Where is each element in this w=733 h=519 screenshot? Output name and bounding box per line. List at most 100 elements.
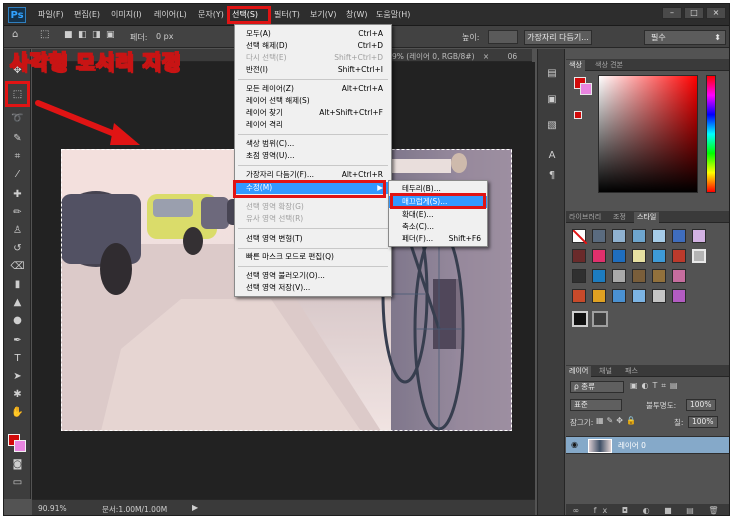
lasso-tool-icon[interactable]: ➰: [9, 111, 26, 126]
menu-filter[interactable]: 필터(T): [274, 9, 300, 20]
layer-filter-icons[interactable]: ▣◐T⌗▤: [630, 381, 682, 391]
eyedropper-tool-icon[interactable]: ⁄: [9, 167, 26, 182]
style-swatch[interactable]: [692, 249, 706, 263]
crop-tool-icon[interactable]: ⌗: [9, 149, 26, 164]
hue-slider[interactable]: [706, 75, 716, 193]
submenu-item-expand[interactable]: 확대(E)...: [389, 209, 487, 221]
tab-color[interactable]: 색상: [566, 60, 585, 71]
maximize-button[interactable]: □: [684, 7, 704, 19]
style-swatch[interactable]: [652, 229, 666, 243]
style-swatch[interactable]: [572, 269, 586, 283]
actions-panel-icon[interactable]: ▣: [544, 93, 560, 107]
out-of-gamut-swatch[interactable]: [574, 111, 582, 119]
status-arrow-icon[interactable]: ▶: [192, 503, 198, 512]
menu-window[interactable]: 창(W): [346, 9, 368, 20]
fill-input[interactable]: 100%: [688, 416, 718, 428]
menu-view[interactable]: 보기(V): [310, 9, 336, 20]
style-swatch[interactable]: [672, 289, 686, 303]
tab-paths[interactable]: 패스: [622, 366, 641, 377]
intersect-selection-icon[interactable]: ▣: [106, 30, 115, 40]
feather-input[interactable]: 0 px: [156, 32, 173, 41]
style-swatch[interactable]: [592, 289, 606, 303]
style-swatch[interactable]: [592, 229, 606, 243]
style-swatch[interactable]: [692, 229, 706, 243]
style-swatch[interactable]: [652, 249, 666, 263]
minimize-button[interactable]: –: [662, 7, 682, 19]
menu-help[interactable]: 도움말(H): [376, 9, 410, 20]
menu-item-save-selection[interactable]: 선택 영역 저장(V)...: [235, 282, 391, 294]
zoom-level[interactable]: 90.91%: [38, 504, 67, 513]
lock-icons[interactable]: ▦✎✥🔒: [596, 416, 639, 425]
path-selection-tool-icon[interactable]: ➤: [9, 369, 26, 384]
menu-item-quick-mask[interactable]: 빠른 마스크 모드로 편집(Q): [235, 251, 391, 263]
menu-item-deselect-layers[interactable]: 레이어 선택 해제(S): [235, 95, 391, 107]
submenu-item-feather[interactable]: 페더(F)... Shift+F6: [389, 233, 487, 245]
clone-stamp-tool-icon[interactable]: ♙: [9, 223, 26, 238]
tab-swatches[interactable]: 색상 견본: [592, 60, 626, 71]
document-tab-close-icon[interactable]: ×: [483, 52, 489, 61]
refine-edge-button[interactable]: 가장자리 다듬기...: [524, 30, 592, 45]
background-color-swatch[interactable]: [14, 440, 26, 452]
style-swatch[interactable]: [672, 249, 686, 263]
screen-mode-icon[interactable]: ▭: [9, 475, 26, 490]
menu-item-deselect[interactable]: 선택 해제(D) Ctrl+D: [235, 40, 391, 52]
quick-selection-tool-icon[interactable]: ✎: [9, 131, 26, 146]
menu-item-all[interactable]: 모두(A) Ctrl+A: [235, 28, 391, 40]
style-swatch[interactable]: [592, 311, 608, 327]
menu-image[interactable]: 이미지(I): [111, 9, 142, 20]
tab-channels[interactable]: 채널: [596, 366, 615, 377]
style-swatch[interactable]: [632, 289, 646, 303]
menu-item-focus-area[interactable]: 초점 영역(U)...: [235, 150, 391, 162]
pen-tool-icon[interactable]: ✒: [9, 333, 26, 348]
tab-layers[interactable]: 레이어: [566, 366, 592, 377]
paragraph-panel-icon[interactable]: ¶: [544, 169, 560, 183]
tab-adjustments[interactable]: 조정: [610, 212, 629, 223]
document-tab[interactable]: 9% (레이어 0, RGB/8#) × 06: [392, 51, 517, 62]
healing-brush-tool-icon[interactable]: ✚: [9, 187, 26, 202]
style-swatch[interactable]: [652, 289, 666, 303]
marquee-tool-icon[interactable]: ⬚: [40, 29, 49, 40]
properties-panel-icon[interactable]: ▧: [544, 119, 560, 133]
menu-item-find-layers[interactable]: 레이어 찾기 Alt+Shift+Ctrl+F: [235, 107, 391, 119]
style-swatch[interactable]: [572, 311, 588, 327]
add-selection-icon[interactable]: ◧: [78, 30, 87, 40]
close-button[interactable]: ×: [706, 7, 726, 19]
eye-icon[interactable]: ◉: [571, 440, 578, 449]
menu-item-all-layers[interactable]: 모든 레이어(Z) Alt+Ctrl+A: [235, 83, 391, 95]
menu-layer[interactable]: 레이어(L): [154, 9, 187, 20]
tab-libraries[interactable]: 라이브러리: [566, 212, 604, 223]
color-picker-field[interactable]: [598, 75, 698, 193]
tab-styles[interactable]: 스타일: [634, 212, 660, 223]
history-panel-icon[interactable]: ▤: [544, 67, 560, 81]
dodge-tool-icon[interactable]: ●: [9, 313, 26, 328]
subtract-selection-icon[interactable]: ◨: [92, 30, 101, 40]
blur-tool-icon[interactable]: ▲: [9, 295, 26, 310]
style-swatch[interactable]: [612, 249, 626, 263]
color-panel-background[interactable]: [580, 83, 592, 95]
menu-item-color-range[interactable]: 색상 범위(C)...: [235, 138, 391, 150]
style-swatch[interactable]: [672, 229, 686, 243]
height-input[interactable]: [488, 30, 518, 44]
type-tool-icon[interactable]: T: [9, 351, 26, 366]
new-selection-icon[interactable]: ■: [64, 30, 73, 40]
shape-tool-icon[interactable]: ✱: [9, 387, 26, 402]
menu-item-isolate-layers[interactable]: 레이어 격리: [235, 119, 391, 131]
menu-edit[interactable]: 편집(E): [74, 9, 100, 20]
style-swatch[interactable]: [572, 249, 586, 263]
style-swatch[interactable]: [572, 229, 588, 245]
layer-row[interactable]: ◉ 레이어 0: [566, 436, 729, 454]
menu-type[interactable]: 문자(Y): [198, 9, 224, 20]
style-swatch[interactable]: [592, 269, 606, 283]
style-swatch[interactable]: [652, 269, 666, 283]
style-swatch[interactable]: [612, 269, 626, 283]
brush-tool-icon[interactable]: ✏: [9, 205, 26, 220]
history-brush-tool-icon[interactable]: ↺: [9, 241, 26, 256]
menu-file[interactable]: 파일(F): [38, 9, 64, 20]
style-swatch[interactable]: [632, 249, 646, 263]
menu-item-load-selection[interactable]: 선택 영역 불러오기(O)...: [235, 270, 391, 282]
style-swatch[interactable]: [612, 289, 626, 303]
opacity-input[interactable]: 100%: [686, 399, 716, 411]
blend-mode-select[interactable]: 표준: [570, 399, 622, 411]
hand-tool-icon[interactable]: ✋: [9, 405, 26, 420]
menu-item-transform-selection[interactable]: 선택 영역 변형(T): [235, 233, 391, 245]
